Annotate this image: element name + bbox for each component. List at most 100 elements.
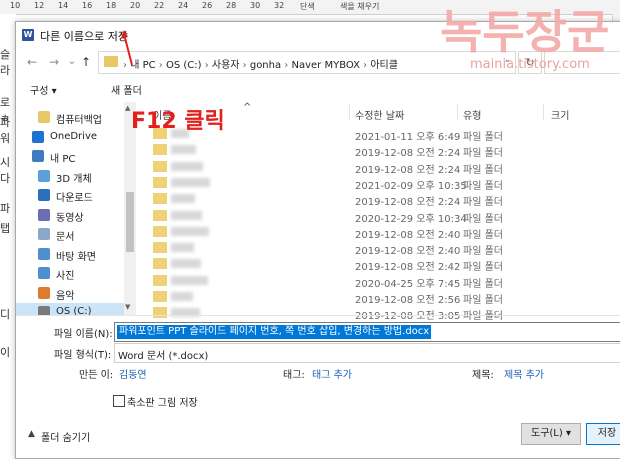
dialog-title: 다른 이름으로 저장 (40, 30, 128, 43)
sidebar-item[interactable]: 다운로드 (16, 186, 126, 205)
background-text: 시다 (0, 156, 11, 185)
sidebar-item-label: 내 PC (50, 154, 76, 165)
sidebar-item[interactable]: 3D 개체 (16, 167, 126, 186)
title-label: 제목: (472, 370, 494, 381)
word-icon: W (22, 29, 34, 41)
filename-label: 파일 이름(N): (54, 329, 113, 340)
sidebar-item-label: 다운로드 (56, 193, 93, 204)
ruler-tick: 20 (130, 1, 141, 10)
sidebar-item[interactable]: 바탕 화면 (16, 245, 126, 264)
sidebar-item-label: 동영상 (56, 212, 84, 224)
background-text: 슬라 (0, 48, 11, 77)
sidebar-item[interactable]: 문서 (16, 225, 126, 244)
thumbnail-label: 축소판 그림 저장 (127, 398, 198, 409)
tools-button[interactable]: 도구(L) ▾ (521, 423, 581, 445)
organize-button[interactable]: 구성 ▾ (30, 82, 57, 97)
sidebar-icon (38, 189, 50, 201)
scrollbar-thumb[interactable] (126, 192, 134, 252)
breadcrumb-item[interactable]: gonha (250, 60, 281, 71)
sidebar-item[interactable]: OneDrive (16, 128, 126, 147)
folder-icon (153, 176, 167, 188)
sidebar-item-label: 문서 (56, 232, 75, 243)
sidebar-icon (32, 130, 44, 143)
sidebar-icon (38, 286, 50, 299)
sidebar-item[interactable]: 음악 (16, 284, 126, 303)
forward-arrow-icon[interactable]: → (46, 54, 62, 70)
sort-arrow-icon: ^ (243, 102, 252, 113)
column-divider (349, 104, 350, 120)
blurred-name (171, 145, 196, 155)
blurred-name (171, 259, 201, 269)
column-divider (457, 104, 458, 120)
folder-icon (153, 258, 167, 270)
sidebar-item-label: 바탕 화면 (56, 251, 96, 263)
column-divider (543, 104, 544, 120)
ruler-tick: 24 (178, 1, 189, 10)
breadcrumb-item[interactable]: 사용자 (212, 60, 240, 71)
title-input[interactable]: 제목 추가 (504, 366, 544, 381)
filetype-value: Word 문서 (*.docx) (118, 351, 209, 362)
ruler-tick: 22 (154, 1, 165, 10)
ruler-tick: 26 (202, 1, 213, 10)
folder-icon (153, 209, 167, 221)
blurred-name (171, 243, 194, 253)
background-text: 파워 (0, 116, 11, 145)
sidebar-item[interactable]: 사진 (16, 264, 126, 283)
tags-input[interactable]: 태그 추가 (312, 366, 352, 381)
breadcrumb-separator-icon[interactable]: › (281, 60, 291, 71)
filetype-select[interactable]: Word 문서 (*.docx) (114, 343, 620, 363)
sidebar-icon (38, 247, 50, 260)
watermark-url: mainia.tistory.com (470, 57, 590, 72)
background-text: 디 (0, 308, 11, 321)
background-document: 슬라 로 ㅎ 파워 시다 파 탭 디 이 (0, 14, 16, 457)
sidebar-icon (38, 111, 50, 123)
sidebar-item[interactable]: 컴퓨터백업 (16, 108, 126, 127)
save-button[interactable]: 저장 (586, 423, 620, 445)
sidebar-item[interactable]: 내 PC (16, 147, 126, 166)
breadcrumb-separator-icon[interactable]: › (360, 60, 370, 71)
folder-icon (153, 225, 167, 237)
navigation-pane: 컴퓨터백업 OneDrive 내 PC 3D 개체다운로드동영상문서바탕 화면 사진 음악… (16, 102, 136, 315)
filetype-label: 파일 형식(T): (54, 350, 112, 361)
annotation-arrow-icon (121, 30, 135, 69)
back-arrow-icon[interactable]: ← (24, 54, 40, 70)
ruler-tick: 10 (10, 1, 21, 10)
background-text: 이 (0, 346, 11, 359)
hide-folders-button[interactable]: 폴더 숨기기 (41, 429, 90, 444)
breadcrumb-item[interactable]: Naver MYBOX (291, 60, 359, 71)
breadcrumb: › 내 PC › OS (C:) › 사용자 › gonha › Naver M… (123, 56, 398, 71)
breadcrumb-separator-icon[interactable]: › (156, 60, 166, 71)
scroll-up-icon[interactable]: ▲ (125, 104, 130, 112)
ruler-tick: 30 (250, 1, 261, 10)
breadcrumb-item[interactable]: 아티클 (370, 60, 398, 71)
breadcrumb-item[interactable]: OS (C:) (166, 60, 202, 71)
sidebar-icon (38, 228, 50, 240)
folder-icon (153, 160, 167, 172)
blurred-name (171, 177, 210, 187)
save-as-dialog: W 다른 이름으로 저장 ← → ⌄ ↑ › 내 PC › OS (C:) › … (15, 21, 620, 459)
sidebar-icon (38, 267, 50, 279)
scroll-down-icon[interactable]: ▼ (125, 303, 130, 311)
breadcrumb-separator-icon[interactable]: › (239, 60, 249, 71)
sidebar-icon (38, 169, 50, 182)
chevron-up-icon[interactable]: ▲ (28, 429, 35, 439)
blurred-name (171, 226, 209, 236)
tools-label: 도구(L) (531, 428, 563, 439)
column-type[interactable]: 유형 (463, 107, 481, 122)
breadcrumb-separator-icon[interactable]: › (202, 60, 212, 71)
sidebar-item[interactable]: OS (C:) (16, 303, 126, 315)
sidebar-icon (32, 150, 44, 162)
folder-icon (153, 307, 167, 319)
up-arrow-icon[interactable]: ↑ (78, 54, 94, 70)
file-row[interactable]: 2019-12-08 오전 3:05 파일 폴더 (141, 303, 620, 322)
blurred-name (171, 210, 202, 220)
column-size[interactable]: 크기 (551, 107, 569, 122)
column-date[interactable]: 수정한 날짜 (355, 107, 404, 122)
new-folder-button[interactable]: 새 폴더 (111, 82, 142, 97)
sidebar-item[interactable]: 동영상 (16, 206, 126, 225)
sidebar-item-label: 컴퓨터백업 (56, 115, 102, 126)
thumbnail-checkbox[interactable] (113, 395, 125, 407)
filename-input[interactable]: 파워포인트 PPT 슬라이드 페이지 번호, 쪽 번호 삽입, 변경하는 방법.… (114, 322, 620, 342)
author-value[interactable]: 김동연 (119, 366, 147, 381)
ruler-tick: 12 (34, 1, 45, 10)
